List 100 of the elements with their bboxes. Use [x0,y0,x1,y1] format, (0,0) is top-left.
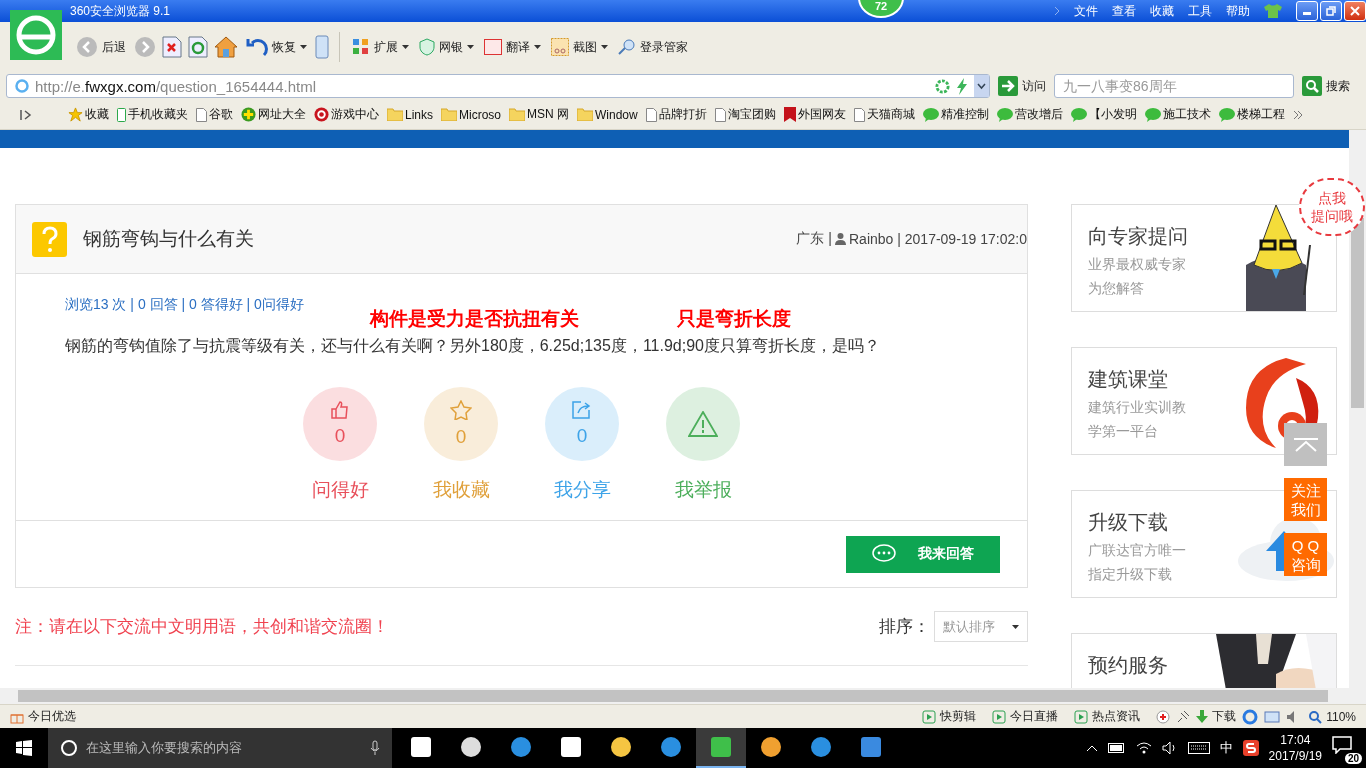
question-body: 钢筋的弯钩值除了与抗震等级有关，还与什么有关啊？另外180度，6.25d;135度，11.9d;90度只算弯折长度，是吗？ [65,336,881,356]
menu-item[interactable]: 查看 [1112,2,1136,20]
caret-icon [467,45,474,49]
volume-icon [1161,741,1178,755]
bookmark-item[interactable]: MSN 网 [509,106,570,123]
bookmark-item[interactable]: 营改增后 [996,106,1063,123]
arrow-up-icon [1292,437,1319,452]
user-icon [835,233,846,245]
stop-icon[interactable] [162,36,182,58]
address-field[interactable]: http://e.fwxgx.com/question_1654444.html [6,74,990,98]
search-button[interactable]: 搜索 [1300,72,1352,100]
phone-icon [117,107,126,122]
action-label: 我收藏 [432,478,490,502]
restore-icon [1326,6,1336,16]
caret-icon [534,45,541,49]
more-icon[interactable] [1292,109,1303,120]
bookmark-item[interactable]: 游戏中心 [314,106,379,123]
back-button[interactable]: 后退 [74,33,128,61]
toolbar-button[interactable]: 登录管家 [616,33,690,61]
promo-text: 广联达官方唯一 [1088,542,1186,560]
notice-text: 注：请在以下交流中文明用语，共创和谐交流圈！ [15,616,389,638]
clock[interactable]: 17:04 2017/9/19 [1268,732,1322,764]
taskbar-search-field[interactable]: 在这里输入你要搜索的内容 [48,728,392,768]
bookmark-item[interactable]: 精准控制 [922,106,989,123]
download-button[interactable]: 下载 [1196,708,1237,725]
action-label: 我举报 [674,478,732,502]
status-item[interactable]: 今日优选 [10,708,76,725]
promo-title: 向专家提问 [1088,224,1188,249]
promo-title: 预约服务 [1088,653,1168,678]
game-icon [314,107,329,122]
bookmark-item[interactable]: 手机收藏夹 [117,106,188,123]
toolbar-button[interactable]: 截图 [549,33,610,61]
play-icon [1074,709,1089,724]
go-button[interactable]: 访问 [996,72,1048,100]
action-label: 问得好 [311,478,369,502]
menu-item[interactable]: 文件 [1074,2,1098,20]
toolbar-button[interactable]: 扩展 [350,33,411,61]
caret-icon [300,45,307,49]
promo-text: 指定升级下载 [1088,566,1173,584]
download-icon [1196,709,1209,724]
bookmark-item[interactable]: 谷歌 [196,106,233,123]
status-item[interactable]: 热点资讯 [1074,708,1141,725]
bookmark-item[interactable]: 品牌打折 [645,106,707,123]
close-icon [1350,6,1360,16]
window-title: 360安全浏览器 9.1 [70,2,171,20]
refresh-icon[interactable] [188,36,208,58]
bookmark-item[interactable]: 【小发明 [1070,106,1137,123]
promo-card[interactable]: 建筑课堂 建筑行业实训教 学第一平台 [1071,347,1337,455]
menu-item[interactable]: 帮助 [1226,2,1250,20]
search-icon [60,739,78,757]
status-item[interactable]: 今日直播 [992,708,1059,725]
bookmark-item[interactable]: 施工技术 [1144,106,1211,123]
toolbar-button[interactable]: 网银 [417,33,476,61]
stats-link[interactable]: 浏览13 次 | 0 回答 | 0 答得好 | 0问得好 [65,296,304,314]
dropdown-icon [974,75,989,97]
bookmark-item[interactable]: 收藏 [68,106,109,123]
medkit-icon[interactable] [1156,709,1171,724]
sort-label: 排序： [879,616,930,638]
chat-icon [922,107,939,122]
bookmark-item[interactable]: Links [387,107,433,122]
chat-icon [996,107,1013,122]
arrow-icon [998,76,1018,96]
ime-indicator[interactable]: 中 [1219,739,1233,757]
warning-icon [688,411,718,437]
menu-item[interactable]: 收藏 [1150,2,1174,20]
toolbar-button[interactable]: 翻译 [482,33,543,61]
sidebar-toggle-icon[interactable] [20,108,32,121]
close-button[interactable] [1344,1,1366,21]
grid-icon [352,38,370,56]
chat-icon [1070,107,1087,122]
bookmark-item[interactable]: 淘宝团购 [714,106,776,123]
browser-logo [10,10,62,60]
promo-card[interactable]: 预约服务 [1071,633,1337,688]
lightning-icon [956,77,968,95]
play-icon [992,709,1007,724]
menu-item[interactable]: 工具 [1188,2,1212,20]
annotation-text: 只是弯折长度 [676,306,791,331]
zoom-button[interactable]: 110% [1308,709,1356,724]
search-field[interactable]: 九一八事变86周年 [1054,74,1294,98]
back-icon [76,36,98,58]
bookmark-item[interactable]: 楼梯工程 [1218,106,1285,123]
undo-icon [246,37,268,57]
status-item[interactable]: 快剪辑 [922,708,977,725]
promo-title: 建筑课堂 [1088,367,1169,392]
bookmark-item[interactable]: Microso [441,107,502,122]
bookmark-item[interactable]: 网址大全 [241,106,306,123]
restore-tab-button[interactable]: 恢复 [244,33,309,61]
page-icon [853,107,865,122]
bookmark-item[interactable]: 外国网友 [783,106,846,123]
minimize-button[interactable] [1296,1,1318,21]
horizontal-scrollbar[interactable] [0,688,1366,704]
ie-icon[interactable] [1242,708,1259,725]
region-text: 广东 | [796,230,832,248]
promo-title: 升级下载 [1088,510,1169,535]
home-icon[interactable] [214,36,238,58]
bookmark-item[interactable]: Window [577,107,638,122]
restore-button[interactable] [1320,1,1342,21]
bookmark-item[interactable]: 天猫商城 [853,106,915,123]
battery-icon [1107,743,1126,753]
play-icon [922,709,937,724]
